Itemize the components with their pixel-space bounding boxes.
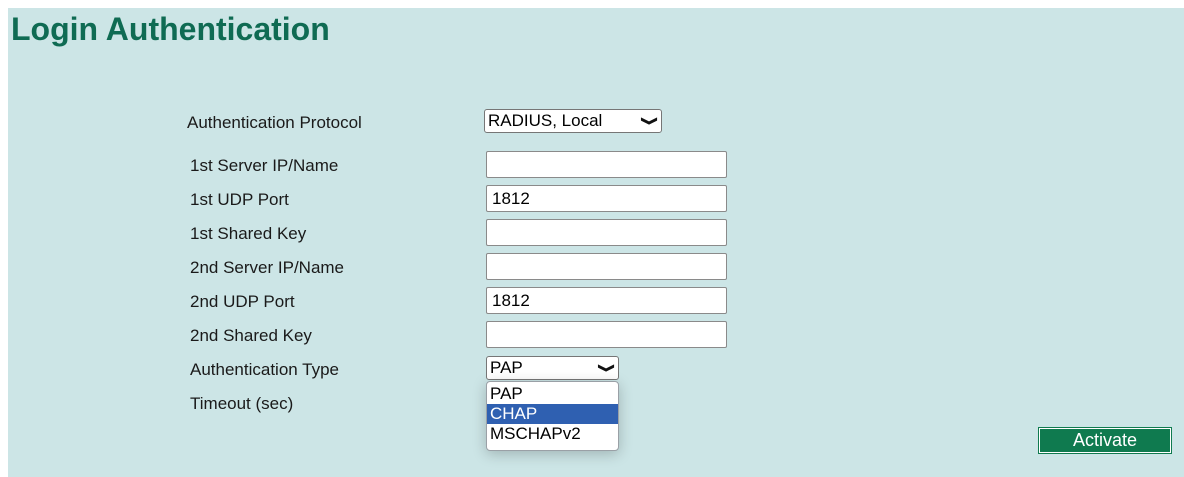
timeout-label: Timeout (sec) <box>190 394 294 413</box>
udp-port1-input[interactable] <box>486 185 727 212</box>
udp-port1-label: 1st UDP Port <box>190 190 289 209</box>
shared-key1-label: 1st Shared Key <box>190 224 307 243</box>
auth-protocol-select[interactable]: RADIUS, Local ❯ <box>484 109 662 133</box>
chevron-down-icon: ❯ <box>597 362 617 374</box>
chevron-down-icon: ❯ <box>640 115 660 127</box>
page-title: Login Authentication <box>11 11 330 47</box>
server2-ip-label: 2nd Server IP/Name <box>190 258 345 277</box>
auth-type-select[interactable]: PAP ❯ <box>486 356 619 380</box>
auth-type-option-pap[interactable]: PAP <box>487 384 618 404</box>
server2-ip-input[interactable] <box>486 253 727 280</box>
udp-port2-label: 2nd UDP Port <box>190 292 295 311</box>
shared-key1-input[interactable] <box>486 219 727 246</box>
auth-type-dropdown: PAP CHAP MSCHAPv2 <box>486 381 619 451</box>
auth-type-value: PAP <box>490 358 523 377</box>
udp-port2-input[interactable] <box>486 287 727 314</box>
server1-ip-input[interactable] <box>486 151 727 178</box>
shared-key2-input[interactable] <box>486 321 727 348</box>
activate-button[interactable]: Activate <box>1038 427 1172 454</box>
auth-protocol-label: Authentication Protocol <box>187 113 362 132</box>
auth-type-label: Authentication Type <box>190 360 340 379</box>
shared-key2-label: 2nd Shared Key <box>190 326 312 345</box>
auth-type-option-chap[interactable]: CHAP <box>487 404 618 424</box>
auth-protocol-value: RADIUS, Local <box>488 111 603 130</box>
server1-ip-label: 1st Server IP/Name <box>190 156 339 175</box>
auth-type-option-mschapv2[interactable]: MSCHAPv2 <box>487 424 618 444</box>
